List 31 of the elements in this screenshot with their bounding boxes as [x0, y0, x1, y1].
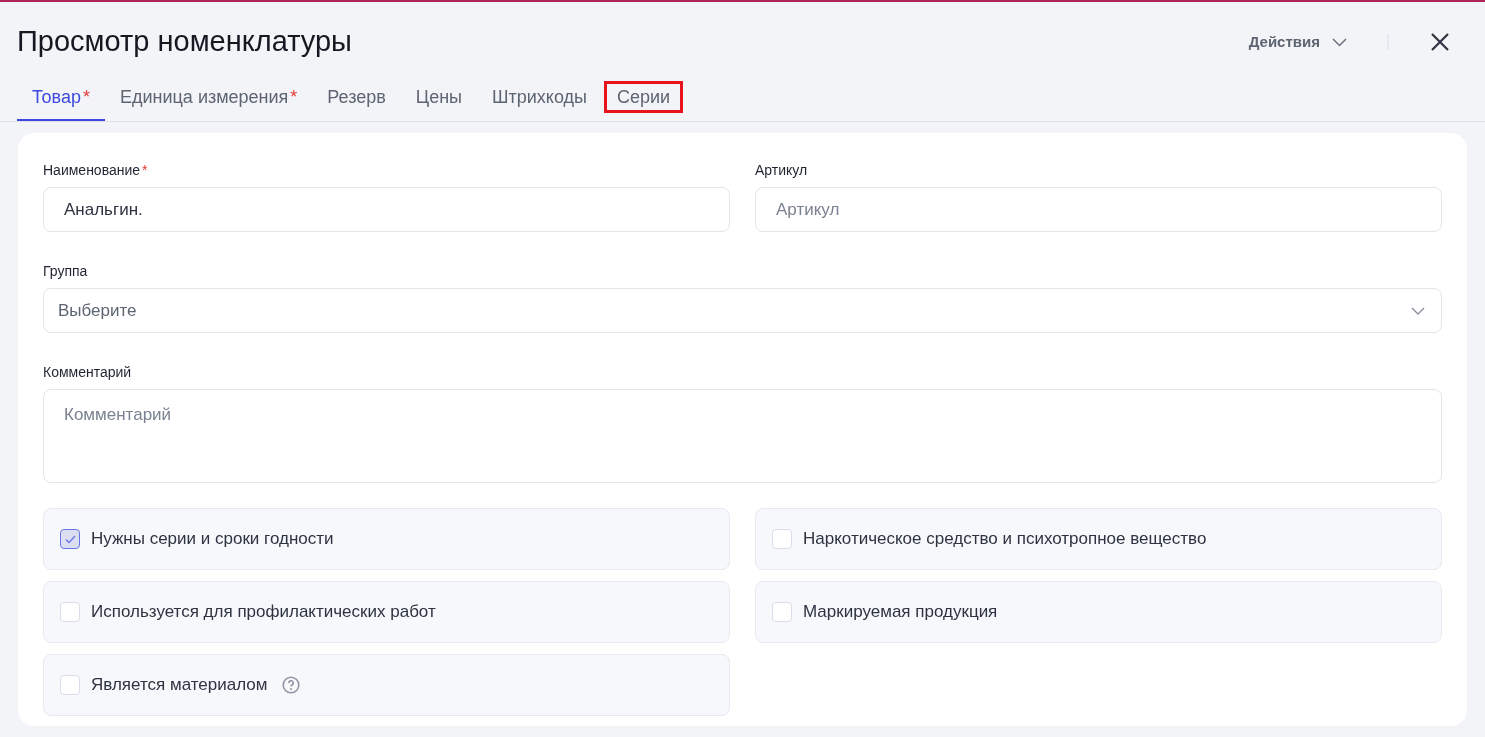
chevron-down-icon	[1332, 37, 1347, 47]
tab[interactable]: Штрихкоды	[477, 75, 602, 121]
option-label: Маркируемая продукция	[803, 601, 998, 624]
text-field[interactable]: Артикул	[755, 187, 1442, 232]
required-mark: *	[290, 85, 298, 109]
field-label: Группа	[43, 262, 88, 281]
option-label: Нужны серии и сроки годности	[91, 528, 334, 551]
tab[interactable]: Серии	[602, 75, 686, 121]
check-icon	[64, 534, 76, 544]
required-mark: *	[83, 85, 90, 109]
window-title: Просмотр номенклатуры	[17, 24, 352, 60]
actions-dropdown[interactable]: Действия	[1248, 30, 1347, 54]
close-button[interactable]	[1429, 31, 1451, 53]
tab[interactable]: Резерв	[312, 75, 401, 121]
help-icon[interactable]	[282, 676, 301, 694]
select-field[interactable]: Выберите	[43, 288, 1442, 333]
field-label: Артикул	[755, 161, 808, 180]
field-label: Комментарий	[43, 363, 132, 382]
tab[interactable]: Товар*	[17, 75, 105, 121]
required-mark: *	[142, 161, 148, 180]
close-icon	[1431, 33, 1449, 51]
checkbox[interactable]	[60, 529, 80, 549]
comment-field[interactable]: Комментарий	[43, 389, 1442, 483]
tab[interactable]: Цены	[400, 75, 478, 121]
text-field[interactable]: Анальгин.	[43, 187, 730, 232]
tab[interactable]: Единица измерения*	[105, 75, 313, 121]
option-label: Используется для профилактических работ	[91, 601, 436, 624]
option-label: Наркотическое средство и психотропное вещество	[803, 528, 1207, 551]
field-label: Наименование	[43, 161, 141, 180]
option-label: Является материалом	[91, 674, 268, 697]
chevron-down-icon	[1411, 306, 1425, 315]
